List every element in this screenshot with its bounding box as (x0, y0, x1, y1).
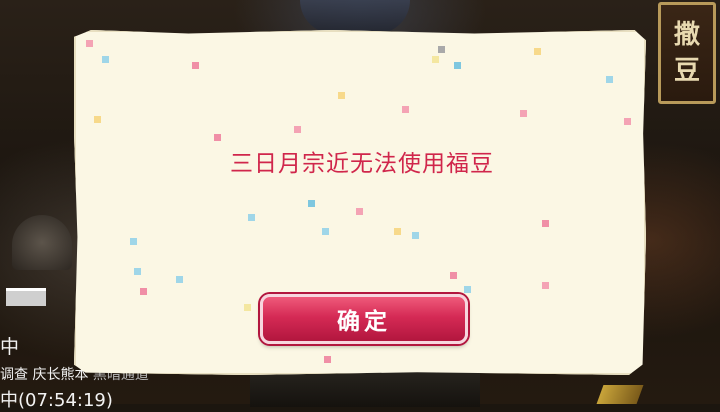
status-timer: 中(07:54:19) (0, 390, 113, 411)
confetti (438, 46, 445, 53)
confetti (294, 126, 301, 133)
confetti (308, 200, 315, 207)
confetti (102, 56, 109, 63)
confetti (244, 304, 251, 311)
confetti (130, 238, 137, 245)
confetti (542, 282, 549, 289)
confetti (338, 92, 345, 99)
confetti (86, 40, 93, 47)
character-figure (300, 0, 410, 34)
confetti (322, 228, 329, 235)
gold-ornament (596, 385, 644, 404)
confetti (464, 286, 471, 293)
confetti (394, 228, 401, 235)
dialog-message: 三日月宗近无法使用福豆 (230, 151, 494, 177)
confetti (606, 76, 613, 83)
status-line-1: 中 (0, 336, 20, 358)
confetti (192, 62, 199, 69)
sign-char-2: 豆 (673, 56, 700, 86)
confetti (94, 116, 101, 123)
confetti (624, 118, 631, 125)
confetti (248, 214, 255, 221)
menu-icon[interactable] (6, 288, 46, 306)
expedition-location: 调查 庆长熊本 (0, 367, 89, 383)
confetti (520, 110, 527, 117)
confetti (542, 220, 549, 227)
confetti (432, 56, 439, 63)
confetti (402, 106, 409, 113)
confetti (450, 272, 457, 279)
confetti (356, 208, 363, 215)
stone-lantern (12, 215, 72, 270)
confetti (140, 288, 147, 295)
notice-dialog: 三日月宗近无法使用福豆 确定 (74, 30, 646, 375)
sign-char-1: 撒 (673, 20, 700, 50)
confetti (534, 48, 541, 55)
confetti (214, 134, 221, 141)
confirm-button[interactable]: 确定 (260, 294, 468, 344)
confetti (324, 356, 331, 363)
confetti (412, 232, 419, 239)
confetti (454, 62, 461, 69)
confetti (176, 276, 183, 283)
bean-throw-sign-button[interactable]: 撒 豆 (658, 2, 716, 104)
confetti (134, 268, 141, 275)
